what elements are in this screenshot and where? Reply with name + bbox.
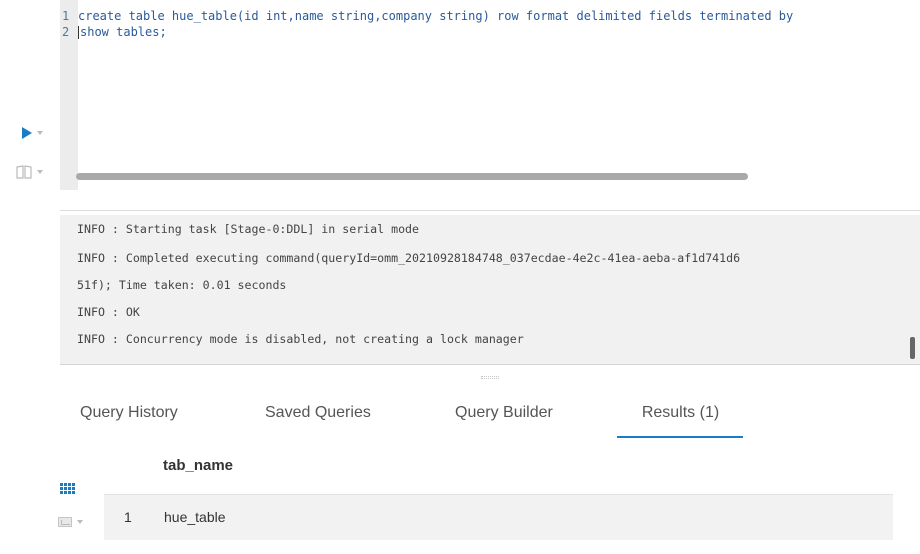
- divider: [60, 210, 920, 211]
- chevron-down-icon: [77, 520, 83, 524]
- horizontal-scrollbar[interactable]: [76, 173, 748, 180]
- chart-icon: [58, 517, 72, 527]
- active-tab-indicator: [617, 436, 743, 438]
- code-text: create table hue_table(id int,name strin…: [78, 9, 794, 23]
- table-row[interactable]: 1 hue_table: [104, 494, 893, 540]
- result-tabs: Query History Saved Queries Query Builde…: [60, 388, 920, 442]
- code-text: show tables;: [80, 25, 167, 39]
- row-number: 1: [124, 509, 132, 525]
- chevron-down-icon: [37, 131, 43, 135]
- sql-editor[interactable]: 1 create table hue_table(id int,name stri…: [60, 0, 920, 190]
- code-line-2[interactable]: 2 show tables;: [60, 24, 167, 41]
- chevron-down-icon: [37, 170, 43, 174]
- chart-view-button[interactable]: [58, 515, 98, 529]
- code-line-1[interactable]: 1 create table hue_table(id int,name stri…: [60, 8, 793, 25]
- line-number: 1: [62, 9, 70, 23]
- log-line: INFO : Concurrency mode is disabled, not…: [77, 332, 524, 346]
- line-number: 2: [62, 25, 70, 39]
- log-line: INFO : Completed executing command(query…: [77, 251, 741, 265]
- run-query-button[interactable]: [22, 126, 56, 140]
- snippet-menu-button[interactable]: [16, 164, 56, 180]
- column-header-tab-name[interactable]: tab_name: [163, 457, 233, 474]
- log-line: 51f); Time taken: 0.01 seconds: [77, 278, 287, 292]
- tab-query-builder[interactable]: Query Builder: [455, 404, 553, 442]
- table-cell: hue_table: [164, 509, 226, 525]
- play-icon: [22, 127, 32, 139]
- tab-query-history[interactable]: Query History: [80, 404, 178, 442]
- log-panel[interactable]: INFO : Starting task [Stage-0:DDL] in se…: [60, 215, 920, 365]
- grid-icon[interactable]: [60, 483, 75, 494]
- row-separator: [104, 494, 893, 495]
- resize-handle[interactable]: [481, 376, 499, 379]
- tab-saved-queries[interactable]: Saved Queries: [265, 404, 371, 442]
- log-line: INFO : Starting task [Stage-0:DDL] in se…: [77, 222, 420, 236]
- book-icon: [16, 165, 32, 179]
- log-line: INFO : OK: [77, 305, 140, 319]
- log-scrollbar[interactable]: [910, 337, 915, 359]
- text-cursor: [78, 26, 79, 39]
